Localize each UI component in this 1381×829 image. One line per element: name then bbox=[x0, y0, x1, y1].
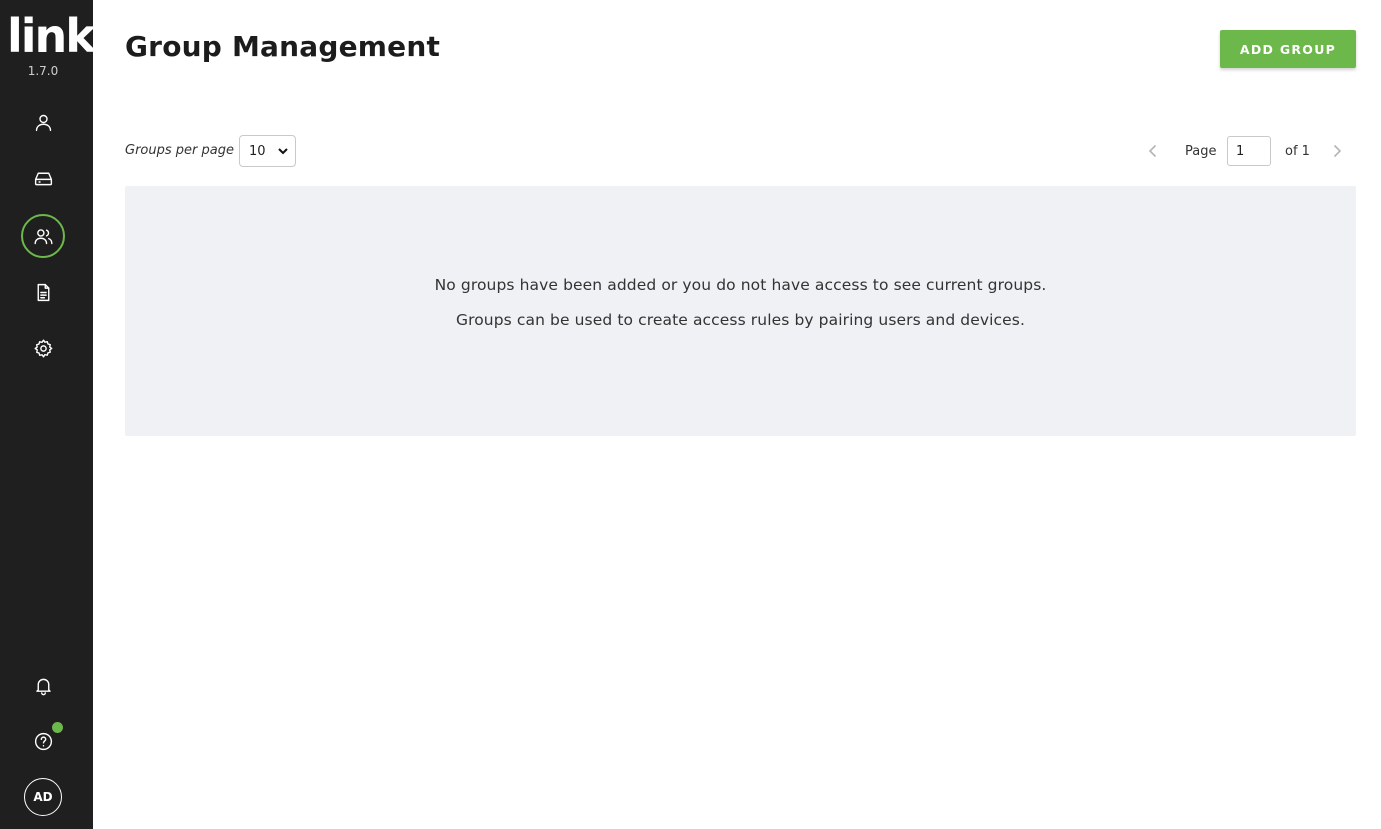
users-group-icon bbox=[33, 228, 53, 244]
notifications-button[interactable] bbox=[21, 663, 65, 707]
device-icon bbox=[34, 172, 52, 185]
chevron-right-icon bbox=[1333, 144, 1342, 158]
chevron-down-icon bbox=[278, 148, 288, 155]
sidebar-item-settings[interactable] bbox=[21, 326, 65, 370]
empty-state-message: No groups have been added or you do not … bbox=[434, 276, 1047, 294]
sidebar: link 1.7.0 AD bbox=[0, 0, 96, 829]
groups-per-page-select[interactable]: 10 bbox=[239, 135, 296, 167]
next-page-button[interactable] bbox=[1329, 143, 1345, 159]
help-notification-badge bbox=[52, 722, 63, 733]
previous-page-button[interactable] bbox=[1145, 143, 1161, 159]
sidebar-item-groups[interactable] bbox=[21, 214, 65, 258]
help-icon bbox=[34, 732, 52, 750]
total-pages-label: of 1 bbox=[1285, 144, 1310, 159]
bell-icon bbox=[35, 678, 51, 695]
document-icon bbox=[37, 283, 49, 301]
empty-state-hint: Groups can be used to create access rule… bbox=[455, 311, 1026, 329]
sidebar-item-devices[interactable] bbox=[21, 156, 65, 200]
groups-per-page-value: 10 bbox=[249, 143, 266, 159]
sidebar-item-documents[interactable] bbox=[21, 270, 65, 314]
chevron-left-icon bbox=[1148, 144, 1157, 158]
user-avatar[interactable]: AD bbox=[24, 778, 62, 816]
sidebar-item-users[interactable] bbox=[21, 100, 65, 144]
page-label: Page bbox=[1185, 144, 1217, 159]
add-group-button[interactable]: ADD GROUP bbox=[1220, 30, 1356, 68]
empty-groups-panel: No groups have been added or you do not … bbox=[125, 186, 1356, 436]
user-icon bbox=[35, 114, 51, 131]
app-version: 1.7.0 bbox=[27, 64, 59, 78]
gear-icon bbox=[33, 338, 52, 358]
page-title: Group Management bbox=[125, 30, 441, 63]
groups-per-page-label: Groups per page bbox=[125, 143, 234, 158]
app-logo[interactable]: link bbox=[7, 13, 96, 59]
page-number-input[interactable]: 1 bbox=[1227, 136, 1271, 166]
